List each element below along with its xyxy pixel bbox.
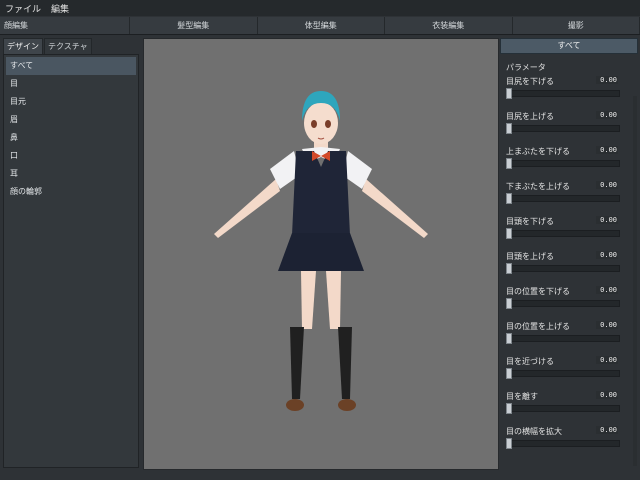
- list-item-eye[interactable]: 目: [4, 75, 138, 93]
- list-item-mouth[interactable]: 口: [4, 147, 138, 165]
- right-shoe: [338, 399, 356, 411]
- param-row: 上まぶたを下げる 0.00: [500, 146, 638, 181]
- param-value[interactable]: 0.00: [596, 111, 618, 119]
- param-slider-track[interactable]: [506, 265, 620, 272]
- param-row: 目の位置を上げる 0.00: [500, 321, 638, 356]
- param-label: 目を近づける: [506, 357, 554, 366]
- list-item-all[interactable]: すべて: [6, 57, 136, 75]
- param-row: 下まぶたを上げる 0.00: [500, 181, 638, 216]
- param-slider-track[interactable]: [506, 405, 620, 412]
- skirt: [278, 233, 364, 271]
- param-slider-thumb[interactable]: [506, 368, 512, 379]
- param-slider-track[interactable]: [506, 440, 620, 447]
- param-row: 目を近づける 0.00: [500, 356, 638, 391]
- param-row: 目頭を下げる 0.00: [500, 216, 638, 251]
- param-value[interactable]: 0.00: [596, 286, 618, 294]
- param-slider-thumb[interactable]: [506, 333, 512, 344]
- param-value[interactable]: 0.00: [596, 216, 618, 224]
- right-sock: [338, 327, 352, 399]
- param-slider-thumb[interactable]: [506, 193, 512, 204]
- param-value[interactable]: 0.00: [596, 356, 618, 364]
- param-value[interactable]: 0.00: [596, 146, 618, 154]
- tab-face-edit[interactable]: 顔編集: [0, 17, 130, 34]
- right-panel: すべて パラメータ 目尻を下げる 0.00 目尻を上げる 0.00 上まぶたを下…: [500, 38, 638, 468]
- list-item-face-outline[interactable]: 顔の輪郭: [4, 183, 138, 201]
- param-label: 目を離す: [506, 392, 538, 401]
- left-arm: [214, 179, 280, 238]
- param-label: 目頭を上げる: [506, 252, 554, 261]
- param-label: 目尻を上げる: [506, 112, 554, 121]
- param-value[interactable]: 0.00: [596, 76, 618, 84]
- param-slider-thumb[interactable]: [506, 298, 512, 309]
- param-value[interactable]: 0.00: [596, 321, 618, 329]
- left-leg: [301, 271, 316, 329]
- right-arm: [362, 179, 428, 238]
- param-value[interactable]: 0.00: [596, 251, 618, 259]
- menu-edit[interactable]: 編集: [46, 2, 74, 15]
- main-tabs: 顔編集 髪型編集 体型編集 衣装編集 撮影: [0, 17, 640, 35]
- param-slider-thumb[interactable]: [506, 88, 512, 99]
- param-value[interactable]: 0.00: [596, 181, 618, 189]
- face: [304, 102, 338, 144]
- param-slider-track[interactable]: [506, 335, 620, 342]
- tab-body-edit[interactable]: 体型編集: [258, 17, 385, 34]
- param-slider-thumb[interactable]: [506, 123, 512, 134]
- right-eye: [325, 120, 331, 128]
- param-row: 目の位置を下げる 0.00: [500, 286, 638, 321]
- menu-file[interactable]: ファイル: [0, 2, 46, 15]
- param-slider-track[interactable]: [506, 300, 620, 307]
- param-label: 目尻を下げる: [506, 77, 554, 86]
- param-label: 目の位置を下げる: [506, 287, 570, 296]
- param-slider-thumb[interactable]: [506, 263, 512, 274]
- param-scrollbar[interactable]: [633, 96, 637, 466]
- face-part-list: すべて 目 目元 眉 鼻 口 耳 顔の輪郭: [3, 54, 139, 468]
- param-slider-thumb[interactable]: [506, 228, 512, 239]
- param-slider-track[interactable]: [506, 230, 620, 237]
- param-slider-track[interactable]: [506, 195, 620, 202]
- param-slider-thumb[interactable]: [506, 403, 512, 414]
- left-sock: [290, 327, 304, 399]
- list-item-ear[interactable]: 耳: [4, 165, 138, 183]
- subtab-texture[interactable]: テクスチャ: [44, 38, 92, 55]
- character-model: [214, 91, 428, 411]
- menu-bar: ファイル 編集: [0, 0, 640, 16]
- param-label: 目の横幅を拡大: [506, 427, 562, 436]
- list-item-eye-area[interactable]: 目元: [4, 93, 138, 111]
- subtab-design[interactable]: デザイン: [3, 38, 43, 55]
- param-label: 下まぶたを上げる: [506, 182, 570, 191]
- param-row: 目頭を上げる 0.00: [500, 251, 638, 286]
- left-panel: デザイン テクスチャ すべて 目 目元 眉 鼻 口 耳 顔の輪郭: [3, 38, 139, 468]
- param-slider-track[interactable]: [506, 370, 620, 377]
- param-row: 目を離す 0.00: [500, 391, 638, 426]
- left-shoe: [286, 399, 304, 411]
- param-slider-thumb[interactable]: [506, 158, 512, 169]
- param-row: 目尻を下げる 0.00: [500, 76, 638, 111]
- tab-costume-edit[interactable]: 衣装編集: [385, 17, 513, 34]
- param-label: 目頭を下げる: [506, 217, 554, 226]
- param-label: 目の位置を上げる: [506, 322, 570, 331]
- right-leg: [326, 271, 341, 329]
- left-subtabs: デザイン テクスチャ: [3, 38, 139, 55]
- tab-hair-edit[interactable]: 髪型編集: [130, 17, 258, 34]
- tab-photo[interactable]: 撮影: [513, 17, 640, 34]
- parameter-header: パラメータ: [506, 63, 546, 72]
- param-row: 目の横幅を拡大 0.00: [500, 426, 638, 461]
- param-label: 上まぶたを下げる: [506, 147, 570, 156]
- param-value[interactable]: 0.00: [596, 426, 618, 434]
- left-eye: [311, 120, 317, 128]
- list-item-nose[interactable]: 鼻: [4, 129, 138, 147]
- vest: [292, 151, 350, 235]
- param-slider-track[interactable]: [506, 125, 620, 132]
- param-slider-track[interactable]: [506, 160, 620, 167]
- param-value[interactable]: 0.00: [596, 391, 618, 399]
- all-button[interactable]: すべて: [500, 38, 638, 54]
- param-slider-thumb[interactable]: [506, 438, 512, 449]
- list-item-eyebrow[interactable]: 眉: [4, 111, 138, 129]
- param-slider-track[interactable]: [506, 90, 620, 97]
- 3d-viewport[interactable]: [143, 38, 499, 470]
- param-row: 目尻を上げる 0.00: [500, 111, 638, 146]
